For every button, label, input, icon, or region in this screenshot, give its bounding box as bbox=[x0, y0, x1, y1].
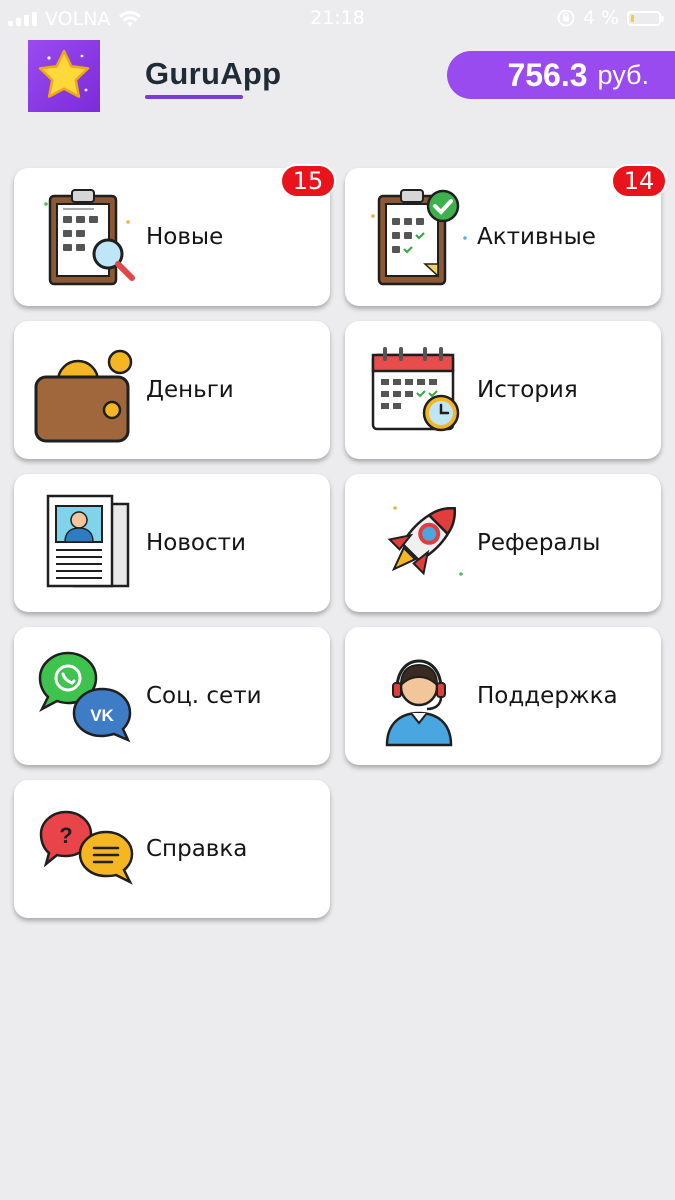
battery-icon bbox=[627, 10, 664, 26]
menu-card-active[interactable]: Активные 14 bbox=[345, 164, 667, 306]
balance-value: 756.3 bbox=[507, 56, 588, 93]
svg-text:VK: VK bbox=[90, 706, 114, 725]
menu-card-news[interactable]: Новости bbox=[14, 474, 330, 612]
star-icon bbox=[38, 49, 90, 98]
app-title: GuruApp bbox=[145, 56, 282, 91]
menu-card-label: Деньги bbox=[146, 377, 234, 403]
menu-card-label: Новости bbox=[146, 530, 246, 556]
svg-text:?: ? bbox=[59, 823, 72, 848]
app-header: GuruApp 756.3 руб. bbox=[0, 38, 675, 114]
menu-card-support[interactable]: Поддержка bbox=[345, 627, 661, 765]
app-logo[interactable] bbox=[28, 40, 100, 112]
menu-card-label: Новые bbox=[146, 224, 224, 250]
balance-pill[interactable]: 756.3 руб. bbox=[447, 51, 675, 99]
notification-badge: 15 bbox=[280, 164, 336, 198]
menu-card-label: Активные bbox=[477, 224, 596, 250]
battery-percent: 4 % bbox=[582, 7, 619, 29]
help-chat-icon: ? bbox=[39, 810, 134, 885]
orientation-lock-icon bbox=[557, 9, 575, 27]
menu-card-label: Соц. сети bbox=[146, 683, 262, 709]
rocket-icon bbox=[387, 506, 463, 576]
menu-card-label: Справка bbox=[146, 836, 248, 862]
menu-card-help[interactable]: ? Справка bbox=[14, 780, 330, 918]
notification-badge: 14 bbox=[611, 164, 667, 198]
title-underline bbox=[145, 95, 243, 99]
menu-card-money[interactable]: Деньги bbox=[14, 321, 330, 459]
menu-card-label: Рефералы bbox=[477, 530, 601, 556]
wallet-icon bbox=[34, 349, 133, 443]
menu-card-label: История bbox=[477, 377, 578, 403]
social-chat-icon: VK bbox=[38, 651, 132, 743]
menu-card-referrals[interactable]: Рефералы bbox=[345, 474, 661, 612]
menu-card-history[interactable]: История bbox=[345, 321, 661, 459]
clipboard-search-icon bbox=[44, 189, 135, 286]
balance-currency: руб. bbox=[597, 59, 649, 90]
menu-card-social[interactable]: VK Соц. сети bbox=[14, 627, 330, 765]
menu-card-label: Поддержка bbox=[477, 683, 618, 709]
calendar-clock-icon bbox=[371, 347, 460, 432]
menu-card-new[interactable]: Новые 15 bbox=[14, 164, 336, 306]
support-agent-icon bbox=[385, 659, 453, 747]
newspaper-icon bbox=[46, 494, 130, 588]
clipboard-check-icon bbox=[371, 189, 467, 286]
status-bar: VOLNA 21:18 4 % bbox=[0, 0, 675, 38]
